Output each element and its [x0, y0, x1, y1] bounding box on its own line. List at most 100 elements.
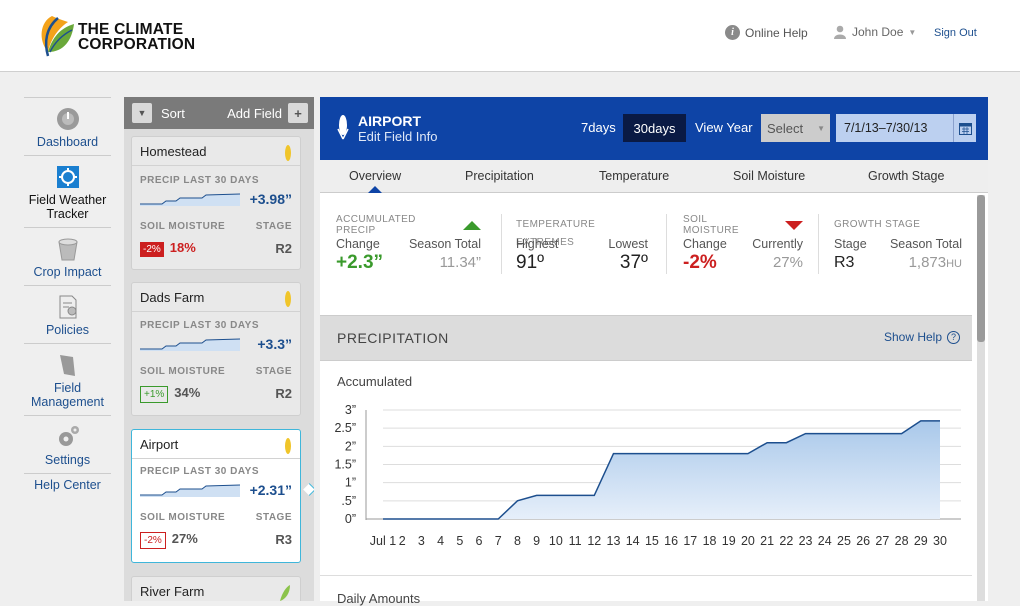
- y-tick-label: 3”: [345, 403, 356, 417]
- y-tick-label: 2”: [345, 439, 356, 453]
- stat-title: ACCUMULATED PRECIP: [336, 214, 416, 236]
- show-help-label: Show Help: [883, 330, 942, 344]
- nav-field-weather-tracker-label: Field Weather Tracker: [28, 193, 107, 221]
- stage-label: STAGE: [255, 221, 292, 232]
- stat-divider: [501, 214, 502, 274]
- user-name: John Doe: [852, 25, 904, 39]
- x-tick-label: 25: [837, 534, 851, 548]
- nav-crop-impact[interactable]: Crop Impact: [24, 227, 111, 285]
- sort-button[interactable]: ▼: [132, 103, 152, 123]
- logo-leaf-icon: [41, 16, 74, 57]
- nav-policies[interactable]: Policies: [24, 285, 111, 343]
- left-nav: Dashboard Field Weather Tracker Crop Imp…: [24, 97, 111, 498]
- soil-stage-values: -2% 27% R3: [140, 530, 292, 549]
- logo-line-1: THE CLIMATE: [78, 21, 184, 38]
- tab-overview[interactable]: Overview: [349, 169, 401, 183]
- stat-value-2: 27%: [772, 254, 803, 271]
- x-tick-label: 6: [476, 534, 483, 548]
- accumulated-precip-chart: 0”.5”1”1.5”2”2.5”3”Jul 1 2 3 4 5 6 7 8 9 10 11 12 13…: [334, 403, 961, 548]
- stat-title: GROWTH STAGE: [834, 219, 921, 230]
- x-tick-label: 12: [587, 534, 601, 548]
- stage-value: R2: [275, 386, 292, 401]
- fields-panel: ▼ Sort Add Field + Homestead PRECIP LAST…: [124, 97, 314, 601]
- stat-value-1: 91º: [516, 252, 545, 273]
- nav-field-management-label: Field Management: [31, 381, 104, 409]
- stat-label-1: Change: [336, 237, 380, 251]
- user-menu[interactable]: John Doe ▼: [833, 25, 916, 39]
- stat-label-1: Highest: [516, 237, 559, 251]
- moisture-value: 18%: [169, 240, 196, 255]
- active-tab-indicator: [368, 186, 382, 193]
- date-range-input[interactable]: 7/1/13–7/30/13: [836, 114, 976, 142]
- x-tick-label: 2: [399, 534, 406, 548]
- nav-field-management[interactable]: Field Management: [24, 343, 111, 415]
- info-icon: i: [725, 25, 740, 40]
- section-divider: [320, 575, 972, 576]
- x-tick-label: 4: [437, 534, 444, 548]
- y-tick-label: 2.5”: [334, 421, 356, 435]
- x-tick-label: Jul 1: [370, 534, 396, 548]
- show-help-link[interactable]: Show Help ?: [884, 330, 960, 344]
- add-field-button[interactable]: +: [288, 103, 308, 123]
- soil-moisture-label: SOIL MOISTURE: [140, 221, 226, 232]
- logo-line-2: CORPORATION: [78, 36, 196, 53]
- stat-value-1: +2.3”: [336, 252, 384, 273]
- field-card-homestead[interactable]: Homestead PRECIP LAST 30 DAYS +3.98” SOI…: [131, 136, 301, 270]
- field-card-name: Dads Farm: [132, 283, 300, 312]
- x-tick-label: 8: [514, 534, 521, 548]
- nav-field-weather-tracker[interactable]: Field Weather Tracker: [24, 155, 111, 227]
- dashboard-icon: [56, 108, 79, 130]
- calendar-icon[interactable]: [953, 114, 976, 142]
- edit-field-info-link[interactable]: Edit Field Info: [358, 129, 438, 144]
- x-tick-label: 23: [799, 534, 813, 548]
- tab-precipitation[interactable]: Precipitation: [465, 169, 534, 183]
- x-tick-label: 28: [895, 534, 909, 548]
- add-field-label[interactable]: Add Field: [227, 106, 282, 121]
- field-card-river-farm[interactable]: River Farm: [131, 576, 301, 601]
- range-30days[interactable]: 30days: [623, 114, 686, 142]
- wheat-icon: [280, 585, 290, 601]
- x-tick-label: 24: [818, 534, 832, 548]
- x-tick-label: 21: [760, 534, 774, 548]
- stat-divider: [818, 214, 819, 274]
- x-tick-label: 19: [722, 534, 736, 548]
- moisture-value: 27%: [171, 531, 198, 546]
- field-card-name: Homestead: [132, 137, 300, 166]
- year-select[interactable]: Select ▼: [761, 114, 830, 142]
- sign-out-link[interactable]: Sign Out: [934, 27, 977, 39]
- tab-growth-stage[interactable]: Growth Stage: [868, 169, 944, 183]
- field-card-dads-farm[interactable]: Dads Farm PRECIP LAST 30 DAYS +3.3” SOIL…: [131, 282, 301, 416]
- arrow-up-icon: [463, 220, 481, 230]
- arrow-down-icon: [785, 220, 803, 230]
- gear-icon: [58, 426, 79, 446]
- tab-bar: Overview Precipitation Temperature Soil …: [320, 160, 988, 193]
- nav-help-center[interactable]: Help Center: [24, 473, 111, 498]
- stat-label-2: Currently: [752, 237, 803, 251]
- tab-temperature[interactable]: Temperature: [599, 169, 669, 183]
- nav-settings[interactable]: Settings: [24, 415, 111, 473]
- precip-sparkline: [140, 338, 240, 351]
- stat-accumulated-precip: ACCUMULATED PRECIP Change Season Total +…: [336, 214, 481, 284]
- x-tick-label: 14: [626, 534, 640, 548]
- climate-corporation-logo[interactable]: THE CLIMATE CORPORATION: [38, 12, 198, 62]
- x-tick-label: 27: [875, 534, 889, 548]
- field-card-name: Airport: [132, 430, 300, 459]
- stat-label-1: Change: [683, 237, 727, 251]
- range-7days[interactable]: 7days: [581, 120, 616, 135]
- x-tick-label: 7: [495, 534, 502, 548]
- stage-value: R3: [275, 532, 292, 547]
- corn-icon: [337, 115, 349, 140]
- stat-divider: [666, 214, 667, 274]
- chevron-down-icon: ▼: [908, 27, 917, 37]
- precip-sparkline: [140, 193, 240, 206]
- scrollbar[interactable]: [977, 195, 985, 601]
- y-tick-label: 0”: [345, 512, 356, 526]
- nav-dashboard[interactable]: Dashboard: [24, 97, 111, 155]
- field-card-airport[interactable]: Airport PRECIP LAST 30 DAYS +2.31” SOIL …: [131, 429, 301, 563]
- accumulated-area: [383, 420, 940, 519]
- online-help-link[interactable]: i Online Help: [725, 25, 808, 40]
- tab-soil-moisture[interactable]: Soil Moisture: [733, 169, 805, 183]
- scrollbar-thumb[interactable]: [977, 195, 985, 342]
- corn-icon: [285, 145, 291, 161]
- stat-temperature-extremes: TEMPERATURE EXTREMES Highest Lowest 91º …: [516, 214, 648, 284]
